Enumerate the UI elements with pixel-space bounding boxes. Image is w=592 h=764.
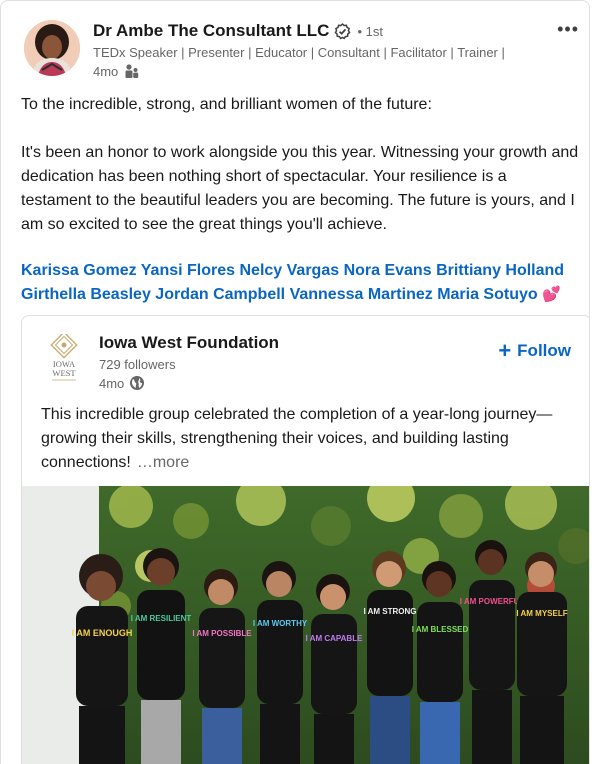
connection-degree: • 1st (357, 23, 383, 39)
author-avatar[interactable] (24, 20, 80, 76)
mention-list: Karissa Gomez Yansi Flores Nelcy Vargas … (21, 259, 581, 307)
mention-link[interactable]: Karissa Gomez (21, 262, 137, 279)
follow-button[interactable]: + Follow (498, 340, 571, 362)
feed-post: Dr Ambe The Consultant LLC • 1st TEDx Sp… (0, 0, 590, 764)
shirt-label: I AM CAPABLE (306, 634, 364, 643)
post-time: 4mo (93, 63, 119, 79)
mention-link[interactable]: Yansi Flores (141, 262, 235, 279)
shirt-label: I AM ENOUGH (72, 628, 133, 638)
shirt-label: I AM POWERFUL (460, 597, 525, 606)
reshare-time: 4mo (99, 375, 125, 391)
author-name[interactable]: Dr Ambe The Consultant LLC (93, 21, 329, 41)
post-meta: 4mo (93, 63, 140, 79)
shirt-label: I AM RESILIENT (131, 614, 192, 623)
org-name[interactable]: Iowa West Foundation (99, 333, 279, 353)
mention-link[interactable]: Nora Evans (344, 262, 432, 279)
shirt-label: I AM BLESSED (412, 625, 469, 634)
two-hearts-emoji: 💕 (542, 286, 561, 303)
mention-link[interactable]: Jordan Campbell (155, 286, 285, 303)
post-paragraph-2: It's been an honor to work alongside you… (21, 144, 579, 233)
verified-icon (334, 22, 351, 39)
shirt-label: I AM STRONG (363, 607, 416, 616)
follow-label: Follow (517, 341, 571, 360)
reshare-meta: 4mo (99, 375, 145, 391)
reshared-post[interactable]: IOWA WEST Iowa West Foundation 729 follo… (21, 315, 590, 764)
mention-link[interactable]: Brittiany Holland (436, 262, 564, 279)
follower-count: 729 followers (99, 357, 176, 372)
group-photo[interactable]: I AM ENOUGH I AM RESILIENT I AM POSSIBLE (21, 486, 590, 764)
author-name-row: Dr Ambe The Consultant LLC • 1st (93, 21, 383, 41)
mention-link[interactable]: Nelcy Vargas (239, 262, 339, 279)
globe-icon (130, 376, 145, 390)
mention-link[interactable]: Maria Sotuyo (437, 286, 537, 303)
see-more-link[interactable]: …more (137, 454, 189, 471)
reshare-text: This incredible group celebrated the com… (41, 406, 553, 471)
post-menu-button[interactable]: ••• (557, 19, 579, 40)
post-body: To the incredible, strong, and brilliant… (21, 93, 581, 237)
reshare-body: This incredible group celebrated the com… (41, 403, 576, 475)
author-headline: TEDx Speaker | Presenter | Educator | Co… (93, 45, 505, 60)
shirt-label: I AM WORTHY (253, 619, 308, 628)
plus-icon: + (498, 338, 512, 363)
iowa-west-logo[interactable]: IOWA WEST (44, 334, 84, 386)
logo-text: WEST (52, 368, 76, 378)
mention-link[interactable]: Vannessa Martinez (290, 286, 433, 303)
shirt-label: I AM MYSELF (516, 609, 567, 618)
connections-icon (125, 64, 139, 78)
mention-link[interactable]: Girthella Beasley (21, 286, 151, 303)
post-paragraph-1: To the incredible, strong, and brilliant… (21, 96, 432, 113)
shirt-label: I AM POSSIBLE (192, 629, 252, 638)
